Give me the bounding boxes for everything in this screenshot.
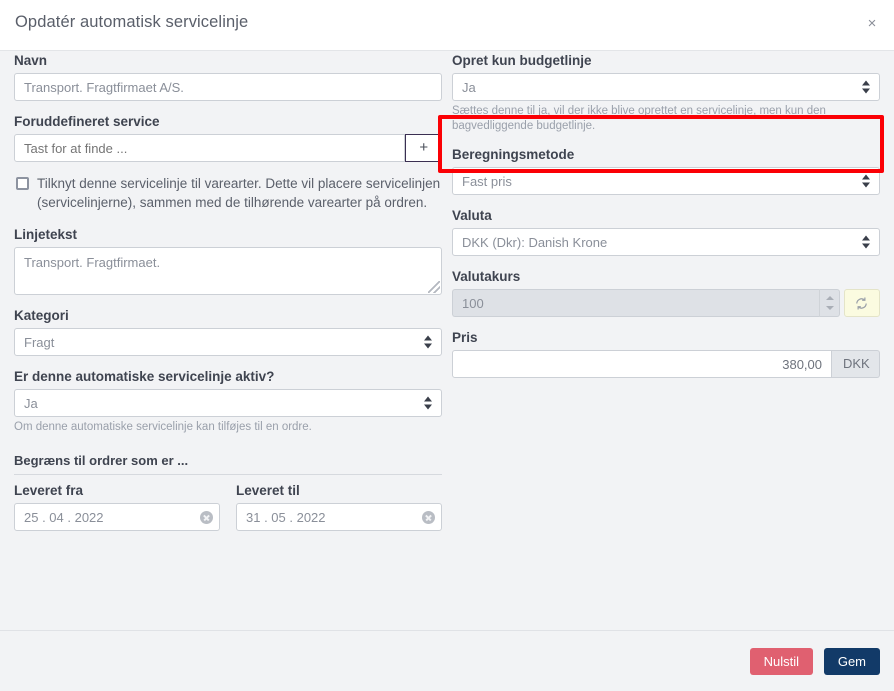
- field-name: Navn: [14, 52, 442, 101]
- page-title: Opdatér automatisk servicelinje: [15, 13, 248, 32]
- active-help-text: Om denne automatiske servicelinje kan ti…: [14, 420, 442, 435]
- reset-button[interactable]: Nulstil: [750, 648, 813, 675]
- restrict-section-title: Begræns til ordrer som er ...: [14, 453, 442, 475]
- delivered-from-input[interactable]: [14, 503, 220, 531]
- calc-method-select-wrapper: Fast pris: [452, 167, 880, 195]
- price-group: DKK: [452, 350, 880, 378]
- modal-body: Navn Foruddefineret service + Tilknyt de…: [0, 52, 894, 630]
- line-text-wrapper: Transport. Fragtfirmaet.: [14, 247, 442, 295]
- link-to-items-label: Tilknyt denne servicelinje til varearter…: [37, 174, 442, 212]
- quantity-stepper[interactable]: [819, 289, 840, 317]
- predefined-service-label: Foruddefineret service: [14, 113, 442, 130]
- active-label: Er denne automatiske servicelinje aktiv?: [14, 368, 442, 385]
- active-select[interactable]: Ja: [14, 389, 442, 417]
- calc-method-select[interactable]: Fast pris: [452, 167, 880, 195]
- update-automatic-service-line-modal: Opdatér automatisk servicelinje × Navn F…: [0, 0, 894, 691]
- budget-only-help-text: Sættes denne til ja, vil der ikke blive …: [452, 104, 880, 134]
- category-select[interactable]: Fragt: [14, 328, 442, 356]
- delivered-from-label: Leveret fra: [14, 482, 220, 499]
- name-label: Navn: [14, 52, 442, 69]
- field-line-text: Linjetekst Transport. Fragtfirmaet.: [14, 226, 442, 295]
- link-to-items-checkbox[interactable]: [16, 177, 29, 190]
- currency-select-wrapper: DKK (Dkr): Danish Krone: [452, 228, 880, 256]
- name-input[interactable]: [14, 73, 442, 101]
- field-price: Pris DKK: [452, 329, 880, 378]
- field-exchange-rate: Valutakurs: [452, 268, 880, 317]
- right-column: Opret kun budgetlinje Ja Sættes denne ti…: [452, 52, 880, 390]
- close-icon[interactable]: ×: [863, 15, 881, 33]
- save-button[interactable]: Gem: [824, 648, 880, 675]
- modal-header: Opdatér automatisk servicelinje ×: [0, 0, 894, 51]
- budget-only-select-wrapper: Ja: [452, 73, 880, 101]
- delivered-to-wrapper: [236, 503, 442, 531]
- clear-icon[interactable]: [422, 511, 435, 524]
- predefined-service-group: +: [14, 134, 442, 162]
- delivered-from-wrapper: [14, 503, 220, 531]
- field-predefined-service: Foruddefineret service +: [14, 113, 442, 162]
- field-currency: Valuta DKK (Dkr): Danish Krone: [452, 207, 880, 256]
- price-input[interactable]: [452, 350, 832, 378]
- refresh-exchange-rate-button[interactable]: [844, 289, 880, 317]
- delivered-to-input[interactable]: [236, 503, 442, 531]
- add-service-button[interactable]: +: [405, 134, 442, 162]
- budget-only-label: Opret kun budgetlinje: [452, 52, 880, 69]
- category-select-wrapper: Fragt: [14, 328, 442, 356]
- line-text-label: Linjetekst: [14, 226, 442, 243]
- field-delivered-to: Leveret til: [236, 482, 442, 531]
- clear-icon[interactable]: [200, 511, 213, 524]
- budget-only-select[interactable]: Ja: [452, 73, 880, 101]
- delivered-to-label: Leveret til: [236, 482, 442, 499]
- link-to-items-checkbox-row[interactable]: Tilknyt denne servicelinje til varearter…: [14, 174, 442, 212]
- refresh-icon: [854, 296, 869, 311]
- exchange-rate-group: [452, 289, 880, 317]
- calc-method-label: Beregningsmetode: [452, 146, 880, 163]
- field-delivered-from: Leveret fra: [14, 482, 220, 531]
- field-calc-method: Beregningsmetode Fast pris: [452, 146, 880, 195]
- field-active: Er denne automatiske servicelinje aktiv?…: [14, 368, 442, 435]
- predefined-service-input[interactable]: [14, 134, 405, 162]
- price-label: Pris: [452, 329, 880, 346]
- modal-footer: Nulstil Gem: [0, 630, 894, 691]
- field-budget-only: Opret kun budgetlinje Ja Sættes denne ti…: [452, 52, 880, 134]
- left-column: Navn Foruddefineret service + Tilknyt de…: [14, 52, 442, 531]
- delivery-date-row: Leveret fra Leveret til: [14, 482, 442, 531]
- category-label: Kategori: [14, 307, 442, 324]
- exchange-rate-label: Valutakurs: [452, 268, 880, 285]
- exchange-rate-input[interactable]: [452, 289, 819, 317]
- price-currency-suffix: DKK: [832, 350, 880, 378]
- currency-select[interactable]: DKK (Dkr): Danish Krone: [452, 228, 880, 256]
- currency-label: Valuta: [452, 207, 880, 224]
- active-select-wrapper: Ja: [14, 389, 442, 417]
- line-text-textarea[interactable]: Transport. Fragtfirmaet.: [14, 247, 442, 295]
- field-category: Kategori Fragt: [14, 307, 442, 356]
